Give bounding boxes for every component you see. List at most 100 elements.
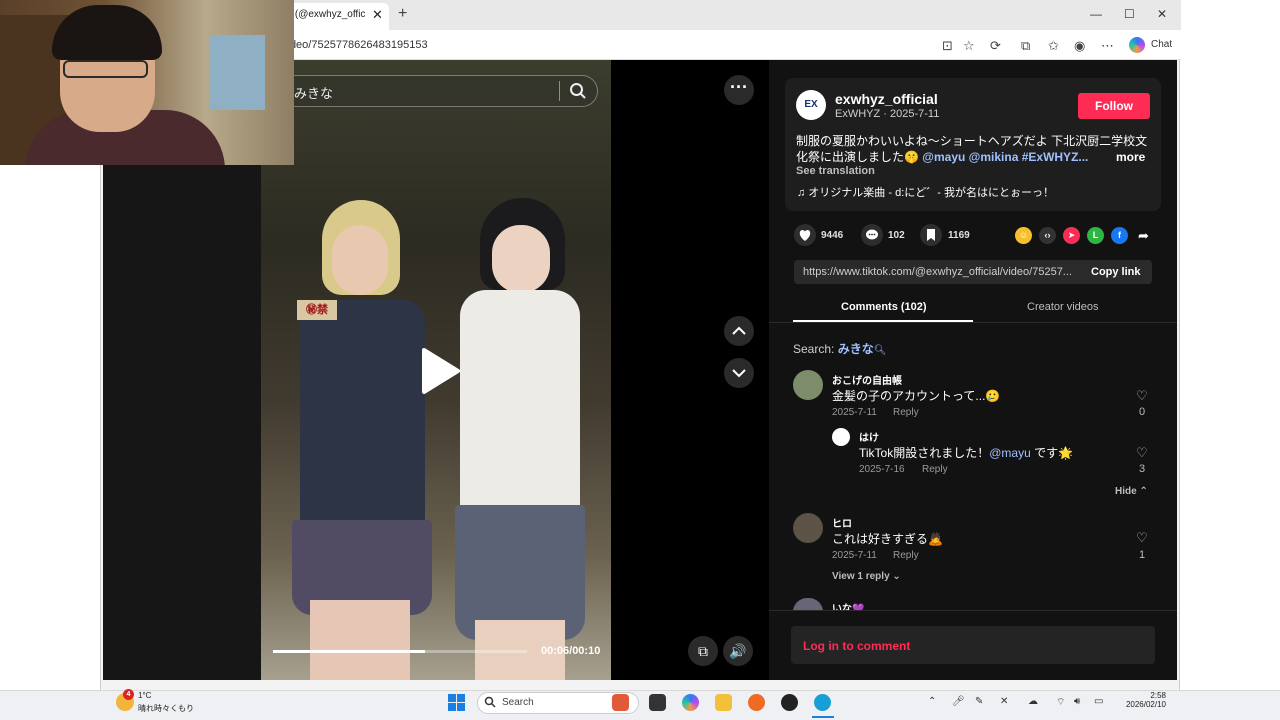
reply-reply-button[interactable]: Reply [922, 464, 948, 475]
commenter-avatar[interactable] [793, 370, 823, 400]
post-description: 制服の夏服かわいいよね〜ショートヘアズだよ 下北沢厨二学校文化祭に出演しました🤫… [796, 133, 1148, 165]
copilot-icon[interactable] [1129, 37, 1145, 53]
comment-like-count: 1 [1139, 549, 1146, 561]
firefox-icon[interactable] [748, 694, 765, 711]
comment-button[interactable] [861, 224, 883, 246]
reply-button[interactable]: Reply [893, 550, 919, 561]
video-figure-face [332, 225, 388, 295]
reply-button[interactable]: Reply [893, 407, 919, 418]
favorite-star-icon[interactable]: ☆ [963, 38, 975, 54]
comment-username[interactable]: おこげの自由帳 [832, 372, 902, 387]
taskbar-clock[interactable]: 2:58 2026/02/10 [1120, 691, 1166, 709]
webcam-window [210, 35, 265, 110]
commenter-avatar[interactable] [793, 513, 823, 543]
reply-username[interactable]: はけ [859, 429, 879, 444]
comment-text: これは好きすぎる🙇 [832, 532, 943, 546]
tabs-divider [769, 322, 1177, 323]
floating-player-icon: ⧉ [698, 643, 708, 659]
line-share-icon[interactable]: L [1087, 227, 1104, 244]
search-icon[interactable] [568, 81, 588, 101]
app-install-icon[interactable]: ⊡ [942, 38, 953, 54]
more-menu-icon[interactable]: ⋯ [1101, 38, 1114, 54]
author-avatar[interactable]: EX [796, 90, 826, 120]
refresh-icon[interactable]: ⟳ [990, 38, 1001, 54]
view-replies-button[interactable]: View 1 reply ⌄ [832, 571, 901, 582]
description-mentions[interactable]: @mayu @mikina #ExWHYZ... [922, 150, 1088, 164]
weather-temperature[interactable]: 1°C [138, 691, 151, 700]
floating-player-button[interactable]: ⧉ [688, 636, 718, 666]
comment-username[interactable]: いな💜 [832, 600, 864, 610]
tray-overflow-icon[interactable]: ⌃ [928, 696, 936, 707]
comment-text: 金髪の子のアカウントって...🥲 [832, 389, 1001, 403]
video-link-text[interactable]: https://www.tiktok.com/@exwhyz_official/… [803, 266, 1075, 278]
comment-username[interactable]: ヒロ [832, 515, 852, 530]
comment-like-count: 0 [1139, 406, 1146, 418]
reply-mention[interactable]: @mayu [989, 446, 1031, 460]
chevron-down-icon [732, 369, 746, 378]
wifi-icon[interactable]: ⌔ [1056, 696, 1065, 709]
file-explorer-icon[interactable] [715, 694, 732, 711]
windows-start-icon[interactable] [448, 694, 465, 711]
comment-search-line: Search: みきな🔍︎ [793, 340, 886, 357]
desktop-right-margin [1180, 0, 1280, 690]
extensions-icon[interactable]: ⧉ [1021, 38, 1030, 54]
like-button[interactable] [794, 224, 816, 246]
search-keyword-icon[interactable]: 🔍︎ [874, 345, 887, 356]
tab-comments[interactable]: Comments (102) [841, 301, 927, 313]
reply-date: 2025-7-16 [859, 464, 905, 475]
tray-app-icon[interactable]: ✕ [1000, 696, 1008, 707]
tab-close-icon[interactable]: ✕ [372, 7, 383, 23]
reply-like-icon[interactable]: ♡ [1136, 445, 1148, 461]
microphone-icon[interactable]: 🎤︎ [952, 696, 965, 707]
desktop-left-margin [0, 165, 100, 690]
bookmark-icon [927, 229, 935, 241]
share-arrow-icon[interactable]: ➦ [1135, 227, 1152, 244]
edge-icon[interactable] [814, 694, 831, 711]
music-link[interactable]: ♫ オリジナル楽曲 - d:にど゛- 我が名はにとぉーっ！ [797, 184, 1054, 200]
comment-date: 2025-7-11 [832, 407, 877, 418]
login-to-comment-link[interactable]: Log in to comment [803, 639, 910, 653]
save-button[interactable] [920, 224, 942, 246]
share-friends-icon[interactable]: ☺ [1015, 227, 1032, 244]
search-input[interactable]: みきな [294, 83, 333, 102]
task-view-icon[interactable] [649, 694, 666, 711]
share-send-icon[interactable]: ➤ [1063, 227, 1080, 244]
volume-tray-icon[interactable]: 🔊︎ [1074, 696, 1080, 707]
favorites-icon[interactable]: ✩ [1048, 38, 1059, 54]
tab-creator-videos[interactable]: Creator videos [1027, 301, 1099, 313]
follow-button[interactable]: Follow [1078, 93, 1150, 119]
comment-like-icon[interactable]: ♡ [1136, 530, 1148, 546]
see-translation-link[interactable]: See translation [796, 165, 875, 177]
embed-code-icon[interactable]: ‹› [1039, 227, 1056, 244]
facebook-share-icon[interactable]: f [1111, 227, 1128, 244]
profile-avatar-icon[interactable]: ◉ [1074, 38, 1085, 54]
play-icon[interactable] [418, 346, 462, 396]
search-keyword-link[interactable]: みきな [838, 342, 874, 356]
reply-avatar[interactable] [832, 428, 850, 446]
maximize-button[interactable]: ☐ [1124, 7, 1135, 21]
onedrive-icon[interactable]: ☁ [1028, 696, 1038, 707]
screen: ✕ 🔈 ExWHYZ (@exwhyz_official) | ✕ + — ☐ … [0, 0, 1280, 720]
previous-video-button[interactable] [724, 316, 754, 346]
more-link[interactable]: more [1116, 150, 1145, 164]
author-username[interactable]: exwhyz_official [835, 91, 938, 107]
hide-replies-button[interactable]: Hide ⌃ [1115, 486, 1148, 497]
chat-button[interactable]: Chat [1151, 39, 1172, 50]
comment-like-icon[interactable]: ♡ [1136, 388, 1148, 404]
weather-description[interactable]: 晴れ時々くもり [138, 703, 194, 714]
minimize-button[interactable]: — [1090, 7, 1102, 21]
next-video-button[interactable] [724, 358, 754, 388]
copy-link-button[interactable]: Copy link [1091, 266, 1141, 278]
pen-icon[interactable]: ✎ [975, 696, 983, 707]
webcam-person-glasses [63, 60, 148, 78]
app-icon[interactable] [781, 694, 798, 711]
battery-icon[interactable]: ▭ [1094, 696, 1103, 707]
new-tab-button[interactable]: + [398, 5, 407, 23]
like-count: 9446 [821, 230, 844, 241]
save-count: 1169 [948, 230, 970, 241]
search-highlight-icon[interactable] [612, 694, 629, 711]
more-options-button[interactable]: ··· [724, 75, 754, 105]
close-window-button[interactable]: ✕ [1157, 7, 1167, 21]
copilot-taskbar-icon[interactable] [682, 694, 699, 711]
volume-button[interactable]: 🔊 [723, 636, 753, 666]
